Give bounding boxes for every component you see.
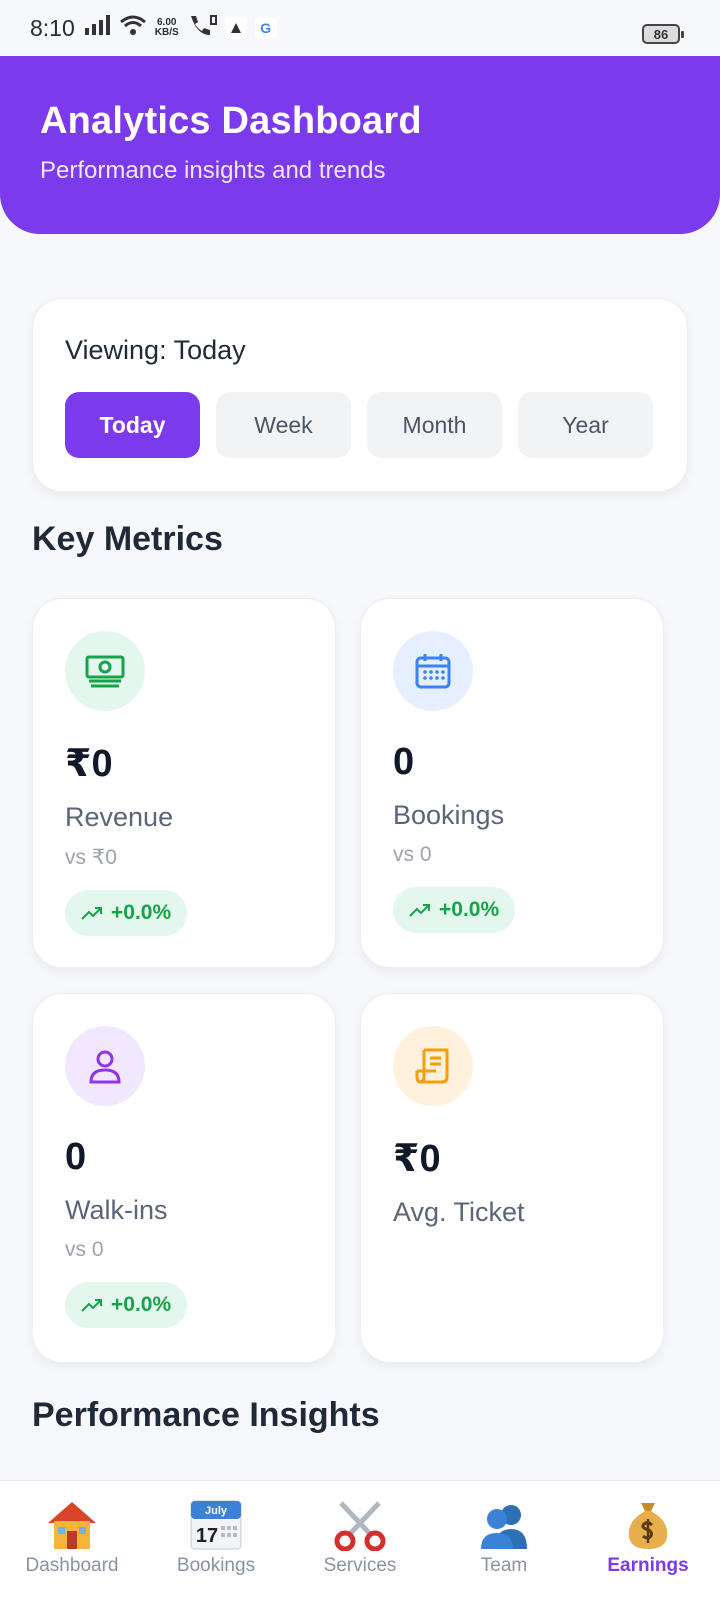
nav-bookings[interactable]: July 17 Bookings [144, 1481, 288, 1600]
revenue-change-text: +0.0% [111, 901, 172, 924]
walkins-compare: vs 0 [65, 1238, 104, 1261]
page-header: Analytics Dashboard Performance insights… [0, 56, 720, 234]
nav-bookings-label: Bookings [176, 1555, 256, 1576]
status-icons: 6.00 KB/S G [84, 14, 277, 42]
receipt-icon [393, 1026, 473, 1106]
battery-icon: 86 [642, 24, 684, 44]
nav-team-label: Team [480, 1555, 528, 1576]
page-subtitle: Performance insights and trends [40, 157, 386, 184]
house-icon [45, 1499, 99, 1553]
bookings-change-badge: +0.0% [393, 887, 516, 933]
bookings-compare: vs 0 [393, 843, 432, 866]
trend-up-icon [81, 1299, 102, 1312]
walkins-change-text: +0.0% [111, 1293, 172, 1316]
wifi-icon [119, 14, 147, 42]
bookings-change-text: +0.0% [439, 898, 500, 921]
period-year-button[interactable]: Year [518, 392, 653, 458]
walkins-label: Walk-ins [65, 1195, 168, 1225]
avg-ticket-label: Avg. Ticket [393, 1197, 525, 1227]
wifi-call-icon [187, 14, 217, 42]
trend-up-icon [81, 907, 102, 920]
bookings-label: Bookings [393, 800, 505, 830]
period-selector-card: Viewing: Today Today Week Month Year [32, 298, 688, 492]
metric-card-avg-ticket[interactable]: ₹0 Avg. Ticket [360, 993, 664, 1363]
scissors-icon [333, 1499, 387, 1553]
nav-dashboard[interactable]: Dashboard [0, 1481, 144, 1600]
nav-services-label: Services [323, 1555, 397, 1576]
calendar-month: July [205, 1505, 228, 1517]
app-screen: 8:10 6.00 KB/S G 86 Analytics Dashboard … [0, 0, 720, 1600]
nav-dashboard-label: Dashboard [25, 1555, 119, 1576]
period-segmented-control: Today Week Month Year [65, 392, 655, 458]
walkins-value: 0 [65, 1136, 87, 1178]
signal-icon [84, 15, 111, 41]
nav-earnings-label: Earnings [607, 1555, 689, 1576]
period-today-button[interactable]: Today [65, 392, 200, 458]
bookings-value: 0 [393, 741, 415, 783]
network-speed: 6.00 KB/S [155, 18, 179, 38]
net-speed-unit: KB/S [154, 27, 179, 38]
page-title: Analytics Dashboard [40, 100, 422, 142]
avg-ticket-value: ₹0 [393, 1138, 441, 1180]
key-metrics-title: Key Metrics [32, 520, 223, 558]
bottom-navigation: Dashboard July 17 Bookings Services Team … [0, 1480, 720, 1600]
revenue-compare: vs ₹0 [65, 846, 117, 869]
walkins-change-badge: +0.0% [65, 1282, 188, 1328]
metric-card-walkins[interactable]: 0 Walk-ins vs 0 +0.0% [32, 993, 336, 1363]
revenue-label: Revenue [65, 802, 174, 832]
battery-level: 86 [653, 26, 669, 42]
revenue-value: ₹0 [65, 743, 113, 785]
money-bag-icon [621, 1499, 675, 1553]
team-icon [477, 1499, 531, 1553]
calendar-icon [393, 631, 473, 711]
metric-card-revenue[interactable]: ₹0 Revenue vs ₹0 +0.0% [32, 598, 336, 968]
money-icon [65, 631, 145, 711]
nav-earnings[interactable]: Earnings [576, 1481, 720, 1600]
nav-team[interactable]: Team [432, 1481, 576, 1600]
calendar-day: 17 [196, 1525, 218, 1547]
performance-insights-title: Performance Insights [32, 1396, 380, 1434]
google-icon: G [254, 17, 277, 39]
calendar-icon: July 17 [189, 1499, 243, 1553]
user-icon [65, 1026, 145, 1106]
trend-up-icon [409, 904, 430, 917]
app-notification-icon [224, 17, 247, 39]
period-month-button[interactable]: Month [367, 392, 502, 458]
viewing-label: Viewing: Today [65, 335, 246, 365]
metric-card-bookings[interactable]: 0 Bookings vs 0 +0.0% [360, 598, 664, 968]
nav-services[interactable]: Services [288, 1481, 432, 1600]
revenue-change-badge: +0.0% [65, 890, 188, 936]
period-week-button[interactable]: Week [216, 392, 351, 458]
status-time: 8:10 [30, 14, 75, 41]
status-bar: 8:10 6.00 KB/S G 86 [0, 0, 720, 56]
